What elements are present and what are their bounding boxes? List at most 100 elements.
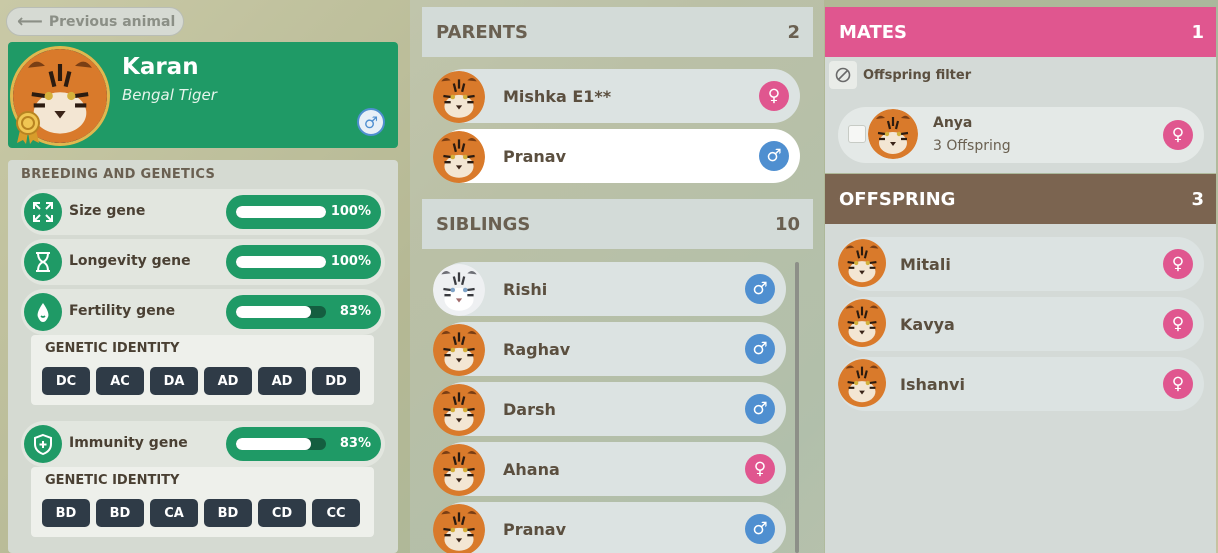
animal-name: Raghav — [503, 340, 571, 359]
fertility-gene-row[interactable]: Fertility gene 83% — [21, 289, 385, 335]
offspring-title: OFFSPRING — [839, 188, 956, 210]
tiger-avatar — [433, 71, 485, 123]
mates-header: MATES 1 — [825, 7, 1216, 57]
siblings-scrollbar[interactable] — [795, 262, 799, 553]
offspring-card[interactable]: Mitali ♀ — [838, 237, 1204, 291]
tiger-cub-avatar — [838, 359, 890, 411]
gene-code: AD — [258, 367, 306, 395]
gene-progress-fill — [236, 306, 311, 318]
animal-name: Ahana — [503, 460, 560, 479]
previous-animal-label: Previous animal — [48, 13, 176, 30]
mate-checkbox[interactable] — [848, 125, 866, 143]
tiger-cub-avatar — [838, 299, 890, 351]
tiger-avatar — [433, 384, 485, 436]
mate-offspring-count: 3 Offspring — [933, 138, 1011, 154]
gene-code: CC — [312, 499, 360, 527]
tiger-avatar — [433, 131, 485, 183]
animal-name: Pranav — [503, 147, 567, 166]
sibling-card[interactable]: Ahana ♀ — [437, 442, 786, 496]
parent-card[interactable]: Mishka E1** ♀ — [437, 69, 800, 123]
siblings-title: SIBLINGS — [436, 213, 531, 235]
prohibited-icon — [835, 67, 851, 83]
sibling-card[interactable]: Rishi ♂ — [437, 262, 786, 316]
offspring-card[interactable]: Kavya ♀ — [838, 297, 1204, 351]
offspring-count: 3 — [1191, 188, 1204, 210]
animal-name: Ishanvi — [900, 375, 965, 394]
gene-code: CD — [258, 499, 306, 527]
immunity-gene-row[interactable]: Immunity gene 83% — [21, 421, 385, 467]
female-sex-icon: ♀ — [759, 81, 789, 111]
size-gene-row[interactable]: Size gene 100% — [21, 189, 385, 235]
gene-value: 83% — [339, 436, 371, 451]
offspring-filter-label: Offspring filter — [863, 68, 972, 83]
gene-value-pill: 83% — [226, 427, 381, 461]
siblings-count: 10 — [774, 213, 800, 235]
medal-icon — [16, 111, 40, 144]
expand-icon — [24, 193, 62, 231]
parent-card-selected[interactable]: Pranav ♂ — [437, 129, 800, 183]
gene-code: BD — [42, 499, 90, 527]
immunity-genetic-identity: GENETIC IDENTITY BD BD CA BD CD CC — [31, 467, 374, 537]
parents-header: PARENTS 2 — [422, 7, 813, 57]
offspring-card[interactable]: Ishanvi ♀ — [838, 357, 1204, 411]
animal-name: Karan — [122, 54, 199, 80]
offspring-filter-toggle[interactable] — [829, 61, 857, 89]
mate-card[interactable]: Anya 3 Offspring ♀ — [838, 107, 1204, 163]
gene-value-pill: 100% — [226, 245, 381, 279]
genetic-identity-title: GENETIC IDENTITY — [45, 473, 180, 488]
male-sex-icon: ♂ — [745, 274, 775, 304]
gene-value-pill: 100% — [226, 195, 381, 229]
gene-code: DA — [150, 367, 198, 395]
tiger-avatar — [868, 109, 918, 159]
white-tiger-avatar — [433, 264, 485, 316]
gene-value-pill: 83% — [226, 295, 381, 329]
animal-name: Mishka E1** — [503, 87, 612, 106]
tiger-avatar — [433, 504, 485, 553]
gene-code: DD — [312, 367, 360, 395]
parents-title: PARENTS — [436, 21, 528, 43]
gene-code: BD — [96, 499, 144, 527]
genetic-identity-title: GENETIC IDENTITY — [45, 341, 180, 356]
tiger-cub-avatar — [433, 444, 485, 496]
animal-name: Kavya — [900, 315, 955, 334]
male-sex-icon: ♂ — [357, 108, 385, 136]
sibling-card[interactable]: Raghav ♂ — [437, 322, 786, 376]
female-sex-icon: ♀ — [1163, 309, 1193, 339]
gene-code: DC — [42, 367, 90, 395]
tiger-avatar — [433, 324, 485, 376]
gene-value: 83% — [339, 304, 371, 319]
parents-count: 2 — [787, 21, 800, 43]
female-sex-icon: ♀ — [1163, 120, 1193, 150]
female-sex-icon: ♀ — [1163, 369, 1193, 399]
shield-icon — [24, 425, 62, 463]
sibling-card[interactable]: Darsh ♂ — [437, 382, 786, 436]
gene-label: Longevity gene — [69, 253, 191, 269]
gene-progress-fill — [236, 206, 326, 218]
previous-animal-button[interactable]: ⟵ Previous animal — [6, 7, 184, 36]
gene-code: BD — [204, 499, 252, 527]
gene-value: 100% — [330, 204, 371, 219]
back-arrow-icon: ⟵ — [17, 10, 43, 32]
gene-label: Fertility gene — [69, 303, 176, 319]
male-sex-icon: ♂ — [745, 334, 775, 364]
offspring-header: OFFSPRING 3 — [825, 174, 1216, 224]
sibling-card[interactable]: Pranav ♂ — [437, 502, 786, 553]
male-sex-icon: ♂ — [759, 141, 789, 171]
animal-species: Bengal Tiger — [122, 86, 217, 104]
tiger-cub-avatar — [838, 239, 890, 291]
animal-name: Rishi — [503, 280, 548, 299]
fertility-icon — [24, 293, 62, 331]
longevity-gene-row[interactable]: Longevity gene 100% — [21, 239, 385, 285]
fertility-genetic-identity: GENETIC IDENTITY DC AC DA AD AD DD — [31, 335, 374, 405]
male-sex-icon: ♂ — [745, 514, 775, 544]
mate-name: Anya — [933, 115, 973, 131]
siblings-header: SIBLINGS 10 — [422, 199, 813, 249]
breeding-genetics-panel: BREEDING AND GENETICS Size gene 100% Lon… — [8, 160, 398, 553]
gene-code: AD — [204, 367, 252, 395]
animal-name: Darsh — [503, 400, 556, 419]
gene-code: CA — [150, 499, 198, 527]
gene-code: AC — [96, 367, 144, 395]
hourglass-icon — [24, 243, 62, 281]
genetics-title: BREEDING AND GENETICS — [21, 167, 216, 182]
gene-value: 100% — [330, 254, 371, 269]
